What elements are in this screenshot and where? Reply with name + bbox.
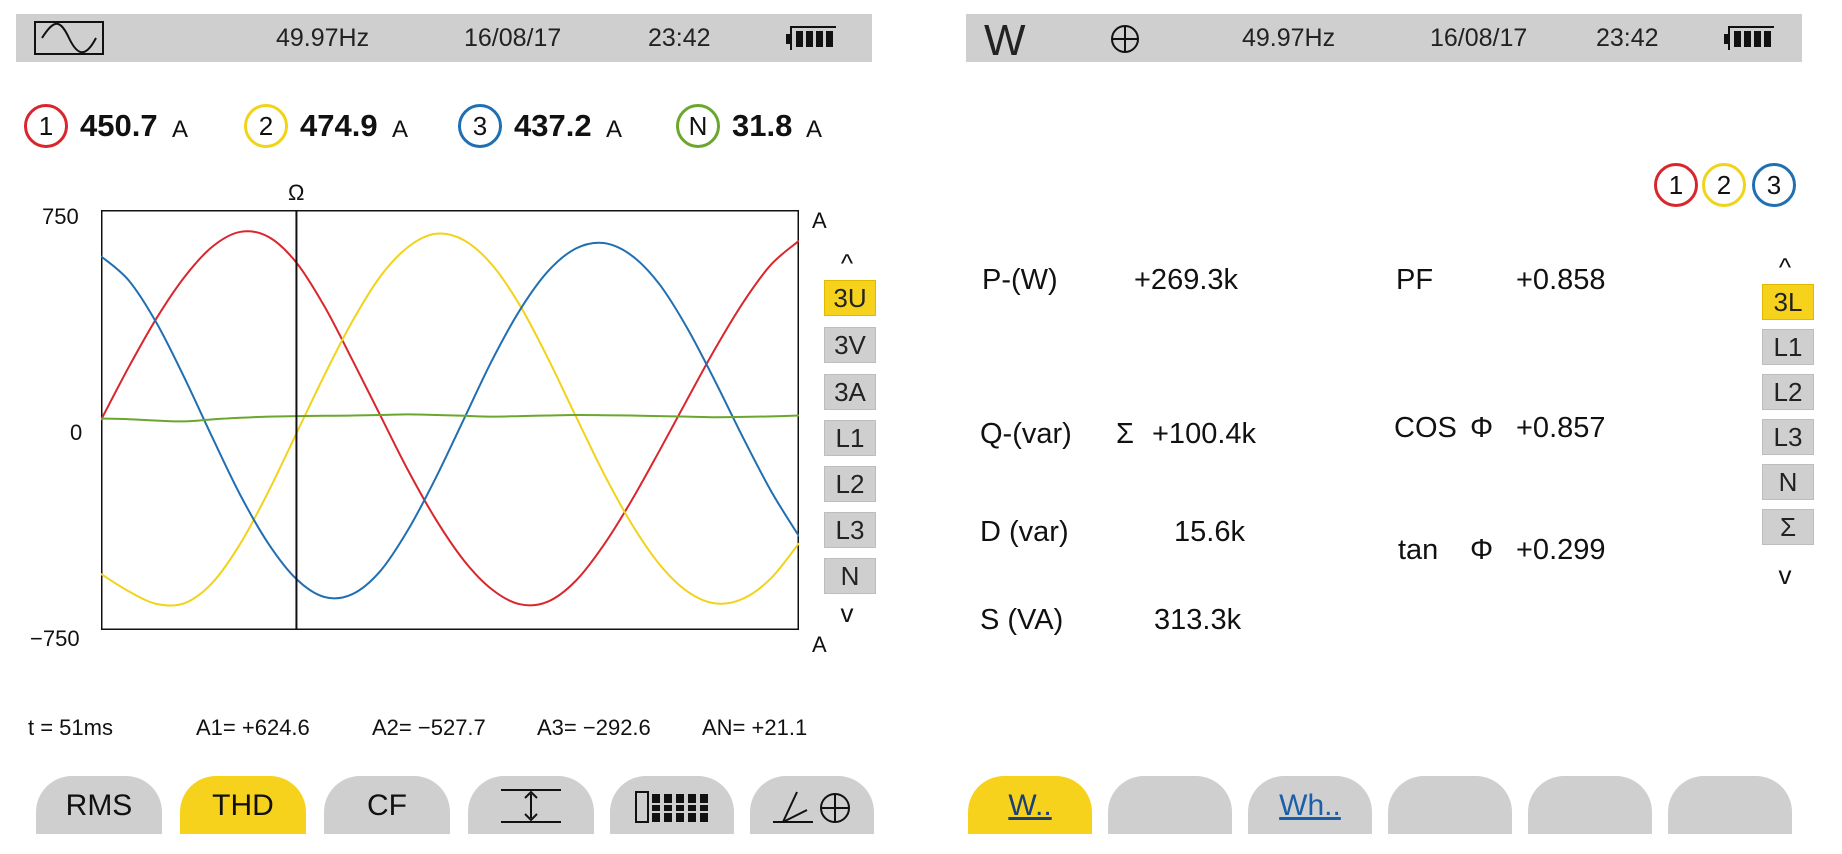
phase-2-value: 474.9 bbox=[300, 108, 378, 143]
apparent-power-label: S (VA) bbox=[980, 604, 1064, 636]
cos-phi-symbol: Φ bbox=[1470, 412, 1494, 444]
phase-1-badge: 1 bbox=[24, 104, 68, 148]
phase-1-value: 450.7 bbox=[80, 108, 158, 143]
side-menu-item-l2[interactable]: L2 bbox=[824, 466, 876, 502]
crosshair-icon bbox=[1111, 25, 1139, 53]
side-menu-item-l1[interactable]: L1 bbox=[1762, 329, 1814, 365]
tab-cf[interactable]: CF bbox=[324, 776, 450, 834]
side-menu-item-l3[interactable]: L3 bbox=[1762, 419, 1814, 455]
y-axis-zero-label: 0 bbox=[70, 420, 83, 445]
tab-blank-2[interactable] bbox=[1388, 776, 1512, 834]
reactive-power-label: Q-(var) bbox=[980, 418, 1072, 450]
side-menu-item-n[interactable]: N bbox=[1762, 464, 1814, 500]
side-menu-down-arrow[interactable]: v bbox=[822, 600, 872, 626]
waveform-panel: 49.97Hz 16/08/17 23:42 1 450.7 A 2 474.9… bbox=[0, 0, 900, 854]
waveform-chart[interactable] bbox=[101, 210, 799, 630]
phase-1-indicator: 1 bbox=[1654, 163, 1698, 207]
distortion-power-value: 15.6k bbox=[1174, 516, 1245, 548]
phase-3-indicator: 3 bbox=[1752, 163, 1796, 207]
battery-icon bbox=[786, 26, 836, 50]
tab-zoom-vertical[interactable] bbox=[468, 776, 594, 834]
side-menu-item-l1[interactable]: L1 bbox=[824, 420, 876, 456]
cursor-an-readout: AN= +21.1 bbox=[702, 715, 808, 740]
side-menu-item-3v[interactable]: 3V bbox=[824, 327, 876, 363]
expand-vertical-icon bbox=[501, 789, 561, 823]
reactive-power-sigma: Σ bbox=[1116, 418, 1134, 450]
side-menu-down-arrow[interactable]: v bbox=[1760, 562, 1810, 588]
side-menu-item-3l[interactable]: 3L bbox=[1762, 284, 1814, 320]
phase-2-unit: A bbox=[392, 116, 409, 143]
side-menu-up-arrow[interactable]: ^ bbox=[822, 250, 872, 276]
apparent-power-value: 313.3k bbox=[1154, 604, 1242, 636]
phase-n-unit: A bbox=[806, 116, 823, 143]
distortion-power-label: D (var) bbox=[980, 516, 1069, 548]
tab-blank-3[interactable] bbox=[1528, 776, 1652, 834]
status-bar: W 49.97Hz 16/08/17 23:42 bbox=[966, 14, 1802, 65]
cos-phi-value: +0.857 bbox=[1516, 412, 1606, 444]
tab-phasor[interactable] bbox=[750, 776, 874, 834]
phase-2-indicator: 2 bbox=[1702, 163, 1746, 207]
time-readout: 23:42 bbox=[1596, 24, 1659, 52]
tab-wh-label[interactable]: Wh.. bbox=[1279, 789, 1341, 822]
waveform-icon bbox=[34, 21, 104, 55]
cursor-a1-readout: A1= +624.6 bbox=[196, 715, 310, 740]
active-power-label: P-(W) bbox=[982, 264, 1058, 296]
cursor-marker-label: Ω bbox=[288, 180, 305, 205]
reactive-power-value: +100.4k bbox=[1152, 418, 1257, 450]
tab-thd[interactable]: THD bbox=[180, 776, 306, 834]
cos-phi-label: COS bbox=[1394, 412, 1457, 444]
date-readout: 16/08/17 bbox=[464, 24, 562, 52]
y-axis-max-label: 750 bbox=[42, 204, 79, 229]
status-bar: 49.97Hz 16/08/17 23:42 bbox=[16, 14, 872, 62]
side-menu-item-l3[interactable]: L3 bbox=[824, 512, 876, 548]
tab-w[interactable]: W.. bbox=[968, 776, 1092, 834]
tab-blank-4[interactable] bbox=[1668, 776, 1792, 834]
frequency-readout: 49.97Hz bbox=[276, 24, 370, 52]
y-axis-min-label: −750 bbox=[30, 626, 80, 651]
side-menu-item-sigma[interactable]: Σ bbox=[1762, 509, 1814, 545]
cursor-time-readout: t = 51ms bbox=[28, 715, 113, 740]
cursor-a3-readout: A3= −292.6 bbox=[537, 715, 651, 740]
side-menu-item-3u[interactable]: 3U bbox=[824, 280, 876, 316]
phase-3-value: 437.2 bbox=[514, 108, 592, 143]
phase-3-badge: 3 bbox=[458, 104, 502, 148]
side-menu-item-n[interactable]: N bbox=[824, 558, 876, 594]
tab-w-label[interactable]: W.. bbox=[1008, 789, 1051, 822]
side-menu-up-arrow[interactable]: ^ bbox=[1760, 254, 1810, 280]
power-panel: W 49.97Hz 16/08/17 23:42 1 2 3 P-(W) +26… bbox=[960, 0, 1842, 854]
mode-indicator: W bbox=[984, 16, 1026, 65]
frequency-readout: 49.97Hz bbox=[1242, 24, 1336, 52]
phase-2-badge: 2 bbox=[244, 104, 288, 148]
phase-n-value: 31.8 bbox=[732, 108, 793, 143]
tab-bar-table[interactable] bbox=[610, 776, 734, 834]
phase-1-unit: A bbox=[172, 116, 189, 143]
active-power-value: +269.3k bbox=[1134, 264, 1239, 296]
tab-rms[interactable]: RMS bbox=[36, 776, 162, 834]
tab-wh[interactable]: Wh.. bbox=[1248, 776, 1372, 834]
time-readout: 23:42 bbox=[648, 24, 711, 52]
bar-table-icon bbox=[635, 791, 710, 823]
y-axis-unit-top: A bbox=[812, 208, 827, 233]
phase-n-badge: N bbox=[676, 104, 720, 148]
tan-phi-symbol: Φ bbox=[1470, 534, 1494, 566]
tan-phi-value: +0.299 bbox=[1516, 534, 1606, 566]
cursor-a2-readout: A2= −527.7 bbox=[372, 715, 486, 740]
y-axis-unit-bottom: A bbox=[812, 632, 827, 657]
side-menu-item-3a[interactable]: 3A bbox=[824, 374, 876, 410]
power-factor-value: +0.858 bbox=[1516, 264, 1606, 296]
phase-3-unit: A bbox=[606, 116, 623, 143]
power-factor-label: PF bbox=[1396, 264, 1434, 296]
phasor-icon bbox=[773, 791, 850, 823]
date-readout: 16/08/17 bbox=[1430, 24, 1528, 52]
battery-icon bbox=[1724, 26, 1774, 50]
tan-phi-label: tan bbox=[1398, 534, 1439, 566]
side-menu-item-l2[interactable]: L2 bbox=[1762, 374, 1814, 410]
tab-blank-1[interactable] bbox=[1108, 776, 1232, 834]
